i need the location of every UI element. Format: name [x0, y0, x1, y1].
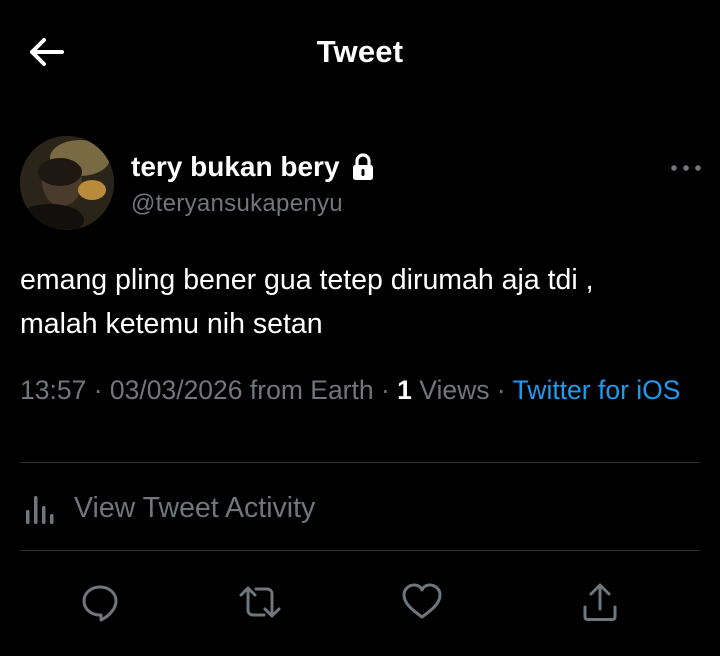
activity-label: View Tweet Activity — [74, 491, 316, 524]
avatar[interactable] — [20, 136, 114, 230]
display-name[interactable]: tery bukan bery — [131, 151, 340, 183]
meta-separator: · — [86, 375, 110, 405]
divider — [20, 550, 700, 551]
tweet-text: emang pling bener gua tetep dirumah aja … — [20, 258, 700, 346]
source-link[interactable]: Twitter for iOS — [513, 375, 681, 405]
more-dots-icon — [671, 165, 701, 171]
reply-button[interactable] — [78, 580, 122, 624]
action-bar — [0, 572, 720, 628]
retweet-arrows-icon — [239, 586, 281, 618]
meta-separator: · — [489, 375, 513, 405]
tweet-text-line: emang pling bener gua tetep dirumah aja … — [20, 264, 594, 296]
tweet-date[interactable]: 03/03/2026 — [110, 375, 243, 405]
author-name-row: tery bukan bery — [131, 150, 376, 184]
share-upload-icon — [583, 583, 617, 621]
like-button[interactable] — [400, 580, 444, 624]
views-count: 1 — [397, 375, 412, 405]
retweet-button[interactable] — [238, 580, 282, 624]
bar-chart-icon — [26, 496, 54, 524]
tweet-meta: 13:57 · 03/03/2026 from Earth · 1 Views … — [20, 372, 700, 408]
user-handle[interactable]: @teryansukapenyu — [131, 190, 343, 218]
tweet-time[interactable]: 13:57 — [20, 375, 86, 405]
header-bar: Tweet — [0, 0, 720, 104]
heart-icon — [402, 583, 442, 619]
lock-icon — [352, 153, 373, 180]
page-title: Tweet — [316, 34, 404, 69]
view-tweet-activity-button[interactable]: View Tweet Activity — [20, 484, 315, 532]
share-button[interactable] — [578, 580, 622, 624]
tweet-text-line: malah ketemu nih setan — [20, 308, 323, 340]
tweet-location: from Earth — [249, 375, 374, 405]
profile-photo — [20, 136, 114, 230]
meta-separator: · — [373, 375, 398, 405]
speech-bubble-icon — [82, 585, 118, 622]
views-label: Views — [411, 375, 490, 405]
divider — [20, 462, 700, 463]
more-options-button[interactable] — [668, 156, 704, 180]
